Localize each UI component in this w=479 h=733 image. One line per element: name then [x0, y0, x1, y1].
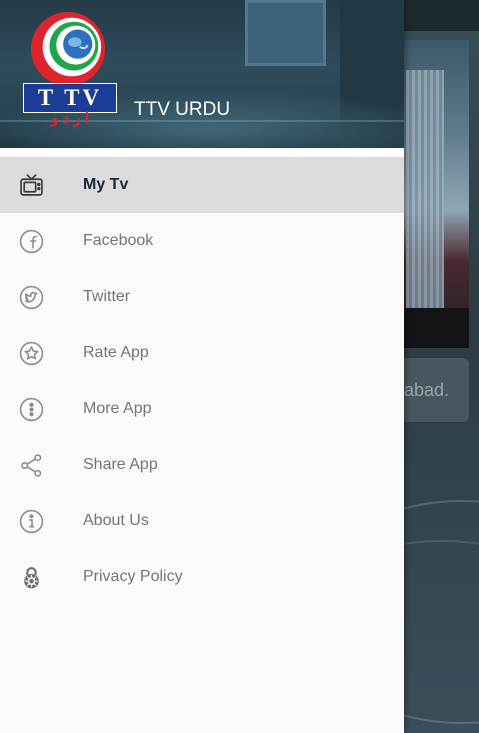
menu-item-label: About Us [83, 512, 149, 529]
menu-item-rate-app[interactable]: Rate App [0, 325, 404, 381]
menu-item-privacy-policy[interactable]: Privacy Policy [0, 549, 404, 605]
drawer-menu: My Tv Facebook Twitter Rate App More App… [0, 157, 404, 605]
lock-icon [19, 565, 44, 590]
menu-item-label: More App [83, 400, 152, 417]
tv-icon [19, 173, 44, 198]
ttv-logo: T TV ا ر د و [20, 6, 120, 128]
star-icon [19, 341, 44, 366]
more-icon [19, 397, 44, 422]
header-divider [0, 148, 404, 157]
info-icon [19, 509, 44, 534]
menu-item-facebook[interactable]: Facebook [0, 213, 404, 269]
header-bg-window [245, 0, 326, 66]
menu-item-label: Privacy Policy [83, 568, 183, 585]
menu-item-my-tv[interactable]: My Tv [0, 157, 404, 213]
facebook-icon [19, 229, 44, 254]
menu-item-share-app[interactable]: Share App [0, 437, 404, 493]
video-blinds [406, 70, 444, 310]
share-icon [19, 453, 44, 478]
background-card: abad. [404, 358, 469, 422]
twitter-icon [19, 285, 44, 310]
menu-item-about-us[interactable]: About Us [0, 493, 404, 549]
menu-item-label: Share App [83, 456, 158, 473]
drawer-header: T TV ا ر د و TTV URDU [0, 0, 404, 148]
menu-item-label: Rate App [83, 344, 149, 361]
video-bottom-bar [404, 308, 469, 348]
logo-globe-icon [30, 11, 106, 87]
logo-urdu-text: ا ر د و [51, 110, 89, 127]
menu-item-label: Facebook [83, 232, 154, 249]
background-card-text: abad. [404, 380, 450, 400]
navigation-drawer: T TV ا ر د و TTV URDU My Tv Facebook Twi… [0, 0, 404, 733]
background-video-thumbnail [404, 40, 469, 348]
menu-item-more-app[interactable]: More App [0, 381, 404, 437]
menu-item-label: Twitter [83, 288, 131, 305]
menu-item-twitter[interactable]: Twitter [0, 269, 404, 325]
app-title: TTV URDU [134, 99, 231, 120]
menu-item-label: My Tv [83, 176, 129, 193]
